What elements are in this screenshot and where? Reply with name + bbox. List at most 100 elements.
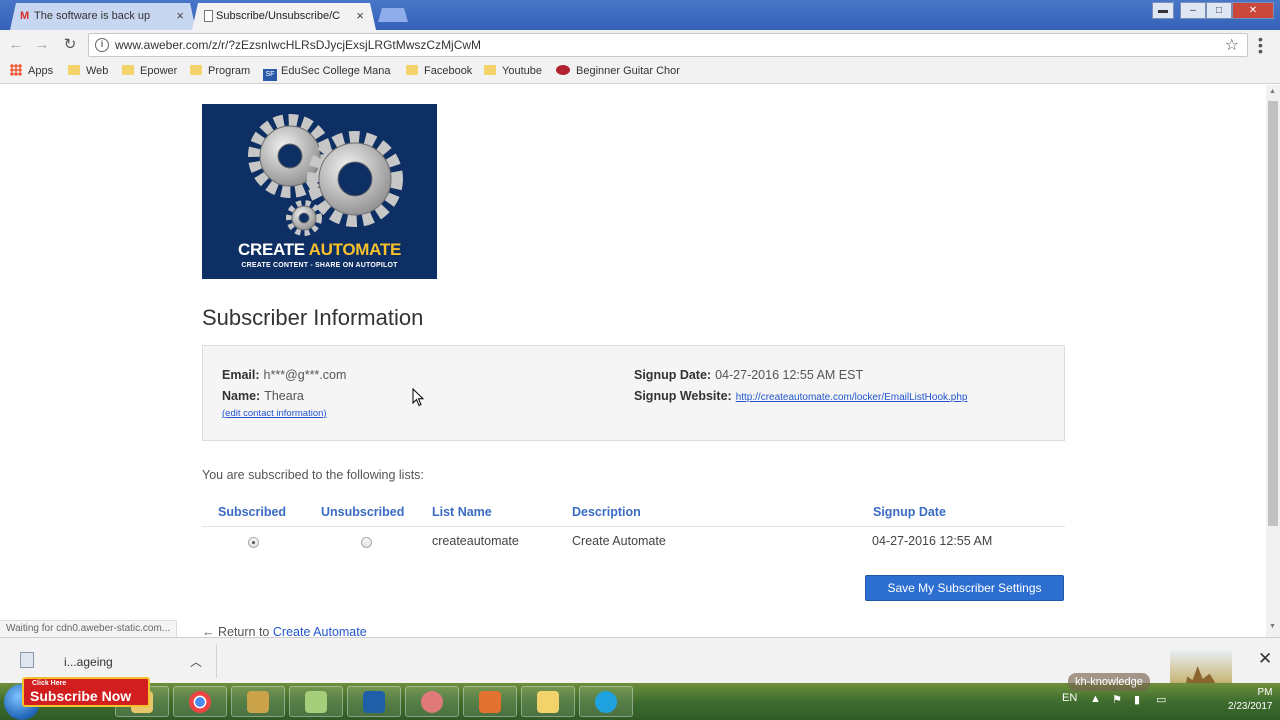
taskbar-folder[interactable]	[521, 686, 575, 717]
paint-icon	[421, 691, 443, 713]
bookmark-program[interactable]: Program	[190, 64, 250, 78]
minimize-button[interactable]: –	[1180, 2, 1206, 19]
status-bubble: Waiting for cdn0.aweber-static.com...	[0, 620, 178, 637]
clock[interactable]: PM 2/23/2017	[1228, 686, 1273, 714]
star-icon[interactable]: ☆	[1225, 35, 1239, 55]
taskbar-outlook[interactable]	[347, 686, 401, 717]
battery-icon[interactable]: ▭	[1156, 693, 1166, 706]
network-icon[interactable]: ▮	[1134, 693, 1140, 706]
tray-arrow-icon[interactable]: ▲	[1090, 693, 1101, 705]
close-shelf-icon[interactable]: ✕	[1258, 649, 1272, 669]
page-title: Subscriber Information	[202, 305, 424, 330]
col-description: Description	[572, 505, 641, 519]
page-viewport: CREATE AUTOMATE CREATE CONTENT - SHARE O…	[0, 85, 1266, 637]
subscriber-info-box: Email: h***@g***.com Name: Theara (edit co…	[202, 345, 1065, 441]
tools-icon	[247, 691, 269, 713]
close-tab-icon[interactable]: ×	[176, 3, 184, 29]
flag-icon[interactable]: ⚑	[1112, 693, 1122, 706]
folder-icon	[406, 65, 418, 75]
app-icon	[479, 691, 501, 713]
lists-intro: You are subscribed to the following list…	[202, 468, 424, 482]
folder-icon	[190, 65, 202, 75]
guitar-icon	[556, 65, 570, 75]
edusec-icon: SF	[263, 69, 277, 81]
bookmark-label: Apps	[28, 65, 54, 77]
tab-title: Subscribe/Unsubscribe/C	[216, 10, 341, 22]
taskbar-skype[interactable]	[579, 686, 633, 717]
col-list-name: List Name	[432, 505, 492, 519]
bookmark-guitar[interactable]: Beginner Guitar Chor	[556, 64, 680, 78]
taskbar-notes[interactable]	[289, 686, 343, 717]
taskbar-tools[interactable]	[231, 686, 285, 717]
new-tab-button[interactable]	[378, 8, 408, 22]
language-indicator[interactable]: EN	[1062, 692, 1077, 704]
file-icon	[20, 652, 34, 668]
gmail-icon: M	[20, 10, 30, 22]
bookmark-facebook[interactable]: Facebook	[406, 64, 472, 78]
bookmark-epower[interactable]: Epower	[122, 64, 177, 78]
tab-gmail[interactable]: M The software is back up ×	[10, 3, 196, 30]
unsubscribed-radio[interactable]	[361, 537, 372, 548]
user-icon[interactable]: ▬	[1152, 2, 1174, 19]
bookmarks-bar: Apps Web Epower Program SF EduSec College…	[0, 60, 1280, 84]
bookmark-label: Beginner Guitar Chor	[576, 65, 680, 77]
page-scrollbar[interactable]: ▲ ▼	[1266, 85, 1280, 637]
bookmark-label: Program	[208, 65, 251, 77]
chevron-up-icon[interactable]: ︿	[190, 653, 202, 670]
signup-website-row: Signup Website: http://createautomate.com…	[634, 389, 967, 403]
col-subscribed: Subscribed	[218, 505, 287, 519]
download-item[interactable]: i...ageing ︿	[14, 646, 214, 676]
shelf-divider	[216, 644, 217, 678]
signup-date-value: 04-27-2016 12:55 AM EST	[715, 368, 864, 382]
folder-icon	[484, 65, 496, 75]
folder-icon	[68, 65, 80, 75]
save-settings-button[interactable]: Save My Subscriber Settings	[865, 575, 1064, 601]
close-window-button[interactable]: ✕	[1232, 2, 1274, 19]
mouse-cursor-icon	[412, 388, 425, 407]
signup-website-label: Signup Website:	[634, 389, 732, 403]
tab-subscribe[interactable]: Subscribe/Unsubscribe/C ×	[192, 3, 376, 30]
create-automate-logo: CREATE AUTOMATE CREATE CONTENT - SHARE O…	[202, 104, 437, 279]
col-signup-date: Signup Date	[873, 505, 946, 519]
subscribe-now-badge[interactable]: Click Here Subscribe Now	[22, 677, 150, 707]
bookmark-label: EduSec College Mana	[281, 65, 391, 77]
back-icon[interactable]: ←	[6, 35, 26, 55]
url-text[interactable]: www.aweber.com/z/r/?zEzsnIwcHLRsDJycjExs…	[115, 38, 481, 52]
bookmark-apps[interactable]: Apps	[10, 64, 53, 78]
reload-icon[interactable]: ↻	[60, 35, 80, 55]
clock-date: 2/23/2017	[1228, 701, 1273, 712]
info-icon[interactable]: i	[95, 38, 109, 52]
return-prefix: ← Return to	[202, 625, 273, 637]
subscribed-radio[interactable]	[248, 537, 259, 548]
return-link-row: ← Return to Create Automate	[202, 625, 367, 637]
skype-icon	[595, 691, 617, 713]
email-label: Email:	[222, 368, 260, 382]
maximize-button[interactable]: □	[1206, 2, 1232, 19]
subscribe-label: Subscribe Now	[30, 688, 132, 704]
scroll-up-icon[interactable]: ▲	[1269, 88, 1276, 95]
edit-contact-link[interactable]: (edit contact information)	[222, 408, 327, 419]
taskbar-app[interactable]	[463, 686, 517, 717]
scroll-down-icon[interactable]: ▼	[1269, 623, 1276, 630]
list-name-cell: createautomate	[432, 534, 519, 548]
close-tab-icon[interactable]: ×	[356, 3, 364, 29]
return-link[interactable]: Create Automate	[273, 625, 367, 637]
taskbar-paint[interactable]	[405, 686, 459, 717]
scrollbar-thumb[interactable]	[1268, 101, 1278, 526]
apps-icon	[10, 64, 22, 76]
bookmark-label: Youtube	[502, 65, 542, 77]
bookmark-edusec[interactable]: SF EduSec College Mana	[263, 64, 390, 81]
forward-icon[interactable]: →	[32, 35, 52, 55]
email-row: Email: h***@g***.com	[222, 368, 346, 382]
menu-icon[interactable]: • • •	[1258, 32, 1263, 58]
table-divider	[202, 526, 1065, 527]
signup-website-link[interactable]: http://createautomate.com/locker/EmailLi…	[736, 392, 968, 403]
taskbar-chrome[interactable]	[173, 686, 227, 717]
bookmark-web[interactable]: Web	[68, 64, 108, 78]
name-row: Name: Theara	[222, 389, 304, 403]
tab-title: The software is back up	[34, 10, 151, 22]
signup-date-label: Signup Date:	[634, 368, 712, 382]
col-unsubscribed: Unsubscribed	[321, 505, 405, 519]
bookmark-youtube[interactable]: Youtube	[484, 64, 542, 78]
address-bar[interactable]: i www.aweber.com/z/r/?zEzsnIwcHLRsDJycjE…	[88, 33, 1248, 57]
